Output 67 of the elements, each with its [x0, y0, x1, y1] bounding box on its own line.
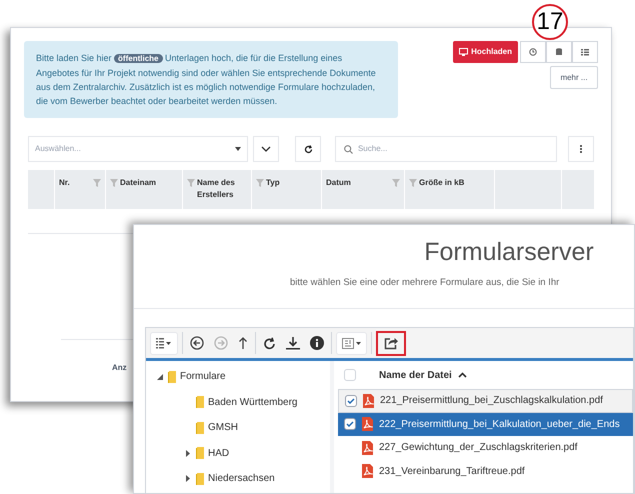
- download-icon: [286, 336, 300, 350]
- tree-item[interactable]: Niedersachsen: [208, 471, 275, 486]
- file-name: 222_Preisermittlung_bei_Kalkulation_ueber_die_Ends: [379, 418, 620, 432]
- more-button[interactable]: mehr ...: [550, 66, 598, 89]
- search-icon: [344, 144, 353, 154]
- column-header: Größe in kB: [419, 177, 464, 189]
- database-button[interactable]: [546, 41, 572, 63]
- column-header: Nr.: [59, 177, 70, 189]
- check-icon: [346, 421, 354, 428]
- folder-icon: [196, 447, 204, 460]
- refresh-icon: [304, 144, 312, 154]
- file-row[interactable]: 231_Vereinbarung_Tariftreue.pdf: [338, 460, 633, 483]
- share-icon: [384, 336, 398, 350]
- checkbox[interactable]: [344, 369, 356, 381]
- info-text: Bitte laden Sie hier öffentliche Unterlagen hoch, die für die Erstellung eines Angebotes für Ihr Projekt notwendig sind oder wählen Sie entsprechende Dokumente aus dem Zentralarchiv. Zusätzlich ist es möglich notwendige Formulare hochzuladen, die vom Bewerber beachtet oder bearbeitet werden müssen.: [36, 52, 377, 108]
- refresh-button[interactable]: [295, 136, 321, 162]
- file-row[interactable]: 227_Gewichtung_der_Zuschlagskriterien.pdf: [338, 436, 633, 460]
- file-name: 221_Preisermittlung_bei_Zuschlagskalkulation.pdf: [380, 394, 603, 408]
- upload-button[interactable]: Hochladen: [453, 41, 518, 63]
- view-list-icon: [156, 337, 172, 349]
- up-arrow-icon: [238, 336, 248, 350]
- callout-number: 17: [532, 4, 568, 40]
- caret-icon: [235, 147, 242, 151]
- file-row[interactable]: 222_Preisermittlung_bei_Kalkulation_ueber_die_Ends: [338, 412, 633, 436]
- folder-icon: [196, 422, 204, 434]
- placeholder-text: Auswählen...: [35, 143, 81, 155]
- sort-ascending-icon: [458, 372, 467, 378]
- tree-item[interactable]: Baden Württemberg: [208, 394, 298, 410]
- column-header: Datum: [326, 177, 351, 189]
- dialog-title: Formularserver: [424, 237, 594, 268]
- column-header: Dateinam: [120, 177, 156, 189]
- pdf-file-icon: [363, 394, 374, 408]
- kebab-icon: [580, 145, 582, 153]
- check-icon: [347, 398, 355, 404]
- folder-icon: [196, 396, 204, 408]
- file-name: 227_Gewichtung_der_Zuschlagskriterien.pdf: [379, 441, 578, 456]
- tree-item[interactable]: Formulare: [180, 369, 226, 384]
- monitor-icon: [459, 48, 468, 56]
- placeholder-text: Suche...: [358, 143, 388, 155]
- folder-icon: [168, 370, 176, 383]
- refresh-icon: [263, 336, 276, 350]
- file-name: 231_Vereinbarung_Tariftreue.pdf: [379, 464, 525, 479]
- pdf-file-icon: [362, 417, 373, 432]
- info-icon: [310, 336, 324, 350]
- checkbox[interactable]: [344, 418, 356, 430]
- database-icon: [555, 48, 563, 56]
- pdf-file-icon: [362, 464, 373, 478]
- dialog-subtitle: bitte wählen Sie eine oder mehrere Formulare aus, die Sie in Ihr: [290, 276, 560, 290]
- folder-icon: [196, 472, 204, 485]
- chevron-icon: [261, 146, 272, 152]
- sort-button[interactable]: [336, 332, 367, 354]
- column-header[interactable]: Name der Datei: [379, 368, 467, 382]
- column-header: Name des Erstellers: [197, 177, 236, 201]
- checkbox[interactable]: [345, 394, 357, 407]
- clock-icon: [529, 48, 537, 56]
- view-list-button[interactable]: [150, 332, 178, 354]
- pdf-file-icon: [362, 440, 373, 455]
- clock-button[interactable]: [520, 41, 546, 63]
- tree-item[interactable]: HAD: [208, 446, 230, 461]
- tree-item[interactable]: GMSH: [208, 420, 238, 436]
- list-icon: [581, 48, 589, 56]
- list-button[interactable]: [572, 41, 598, 63]
- share-button[interactable]: [376, 330, 406, 356]
- file-row[interactable]: 221_Preisermittlung_bei_Zuschlagskalkulation.pdf: [338, 389, 633, 412]
- sort-icon: [342, 336, 361, 350]
- footer-text: Anz: [112, 363, 127, 372]
- column-header: Typ: [266, 177, 280, 189]
